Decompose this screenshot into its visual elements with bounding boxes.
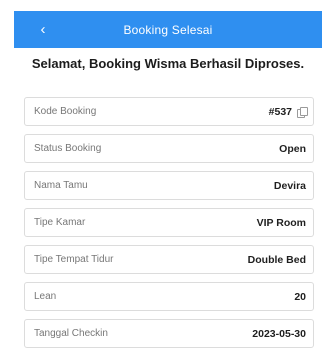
detail-value: 20 (294, 290, 306, 303)
detail-value: 2023-05-30 (252, 327, 306, 340)
app-header: ‹ Booking Selesai (14, 11, 322, 48)
success-message: Selamat, Booking Wisma Berhasil Diproses… (31, 56, 305, 71)
detail-row-kode-booking: Kode Booking #537 (24, 97, 314, 126)
detail-row-tipe-tempat-tidur: Tipe Tempat Tidur Double Bed (24, 245, 314, 274)
page-title: Booking Selesai (123, 22, 213, 37)
chevron-left-icon: ‹ (40, 21, 46, 38)
detail-label: Lean (34, 291, 57, 302)
detail-row-tipe-kamar: Tipe Kamar VIP Room (24, 208, 314, 237)
detail-row-status-booking: Status Booking Open (24, 134, 314, 163)
booking-code-value: #537 (268, 105, 292, 118)
detail-label: Status Booking (34, 143, 102, 154)
detail-row-tanggal-checkin: Tanggal Checkin 2023-05-30 (24, 319, 314, 348)
detail-value: Double Bed (247, 253, 306, 266)
detail-value: VIP Room (256, 216, 306, 229)
booking-details: Kode Booking #537 Status Booking Open Na… (24, 97, 314, 356)
detail-label: Nama Tamu (34, 180, 88, 191)
detail-row-lean: Lean 20 (24, 282, 314, 311)
back-button[interactable]: ‹ (32, 11, 54, 48)
detail-value: Devira (273, 179, 306, 192)
copy-icon[interactable] (297, 107, 308, 118)
detail-row-nama-tamu: Nama Tamu Devira (24, 171, 314, 200)
detail-value: Open (279, 142, 306, 155)
detail-label: Tipe Kamar (34, 217, 86, 228)
detail-label: Kode Booking (34, 106, 97, 117)
detail-label: Tipe Tempat Tidur (34, 254, 114, 265)
detail-label: Tanggal Checkin (34, 328, 108, 339)
